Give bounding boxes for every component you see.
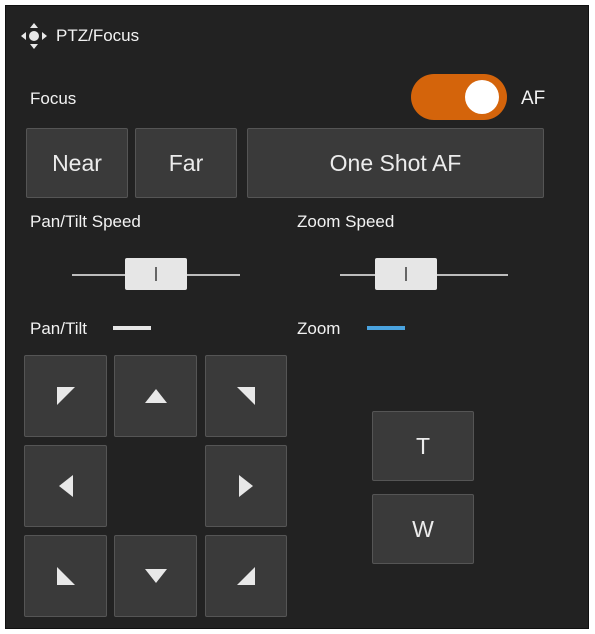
pan-tilt-speed-slider[interactable] [72, 258, 240, 292]
zoom-wide-button[interactable]: W [372, 494, 474, 564]
af-toggle-knob [465, 80, 499, 114]
af-toggle[interactable] [411, 74, 507, 120]
panel-header: PTZ/Focus [20, 22, 139, 50]
near-button[interactable]: Near [26, 128, 128, 198]
focus-label: Focus [30, 89, 77, 108]
pan-tilt-up-button[interactable] [114, 355, 197, 437]
zoom-label: Zoom [297, 319, 341, 338]
arrow-up-icon [144, 389, 167, 403]
pan-tilt-speed-thumb[interactable] [125, 258, 187, 290]
pan-tilt-indicator [113, 326, 151, 330]
ptz-focus-panel: PTZ/Focus Focus AF Near Far One Shot AF … [5, 5, 589, 629]
arrow-left-icon [58, 475, 73, 497]
pan-tilt-down-button[interactable] [114, 535, 197, 617]
zoom-tele-button[interactable]: T [372, 411, 474, 481]
arrow-down-left-icon [56, 567, 75, 585]
arrow-up-right-icon [237, 387, 255, 405]
pan-tilt-down-right-button[interactable] [205, 535, 287, 617]
pan-tilt-right-button[interactable] [205, 445, 287, 527]
zoom-speed-label: Zoom Speed [297, 212, 395, 231]
arrow-right-icon [239, 475, 253, 497]
arrow-down-icon [144, 569, 167, 583]
far-button[interactable]: Far [135, 128, 237, 198]
pan-tilt-left-button[interactable] [24, 445, 107, 527]
zoom-speed-thumb[interactable] [375, 258, 437, 290]
zoom-indicator [367, 326, 405, 330]
pan-tilt-move-icon [21, 23, 47, 49]
pan-tilt-up-right-button[interactable] [205, 355, 287, 437]
zoom-speed-slider[interactable] [340, 258, 508, 292]
pan-tilt-up-left-button[interactable] [24, 355, 107, 437]
af-label: AF [521, 88, 546, 109]
one-shot-af-button[interactable]: One Shot AF [247, 128, 544, 198]
panel-title: PTZ/Focus [56, 26, 140, 45]
arrow-down-right-icon [237, 567, 255, 585]
pan-tilt-speed-label: Pan/Tilt Speed [30, 212, 141, 231]
arrow-up-left-icon [56, 387, 75, 405]
pan-tilt-down-left-button[interactable] [24, 535, 107, 617]
pan-tilt-label: Pan/Tilt [30, 319, 88, 338]
